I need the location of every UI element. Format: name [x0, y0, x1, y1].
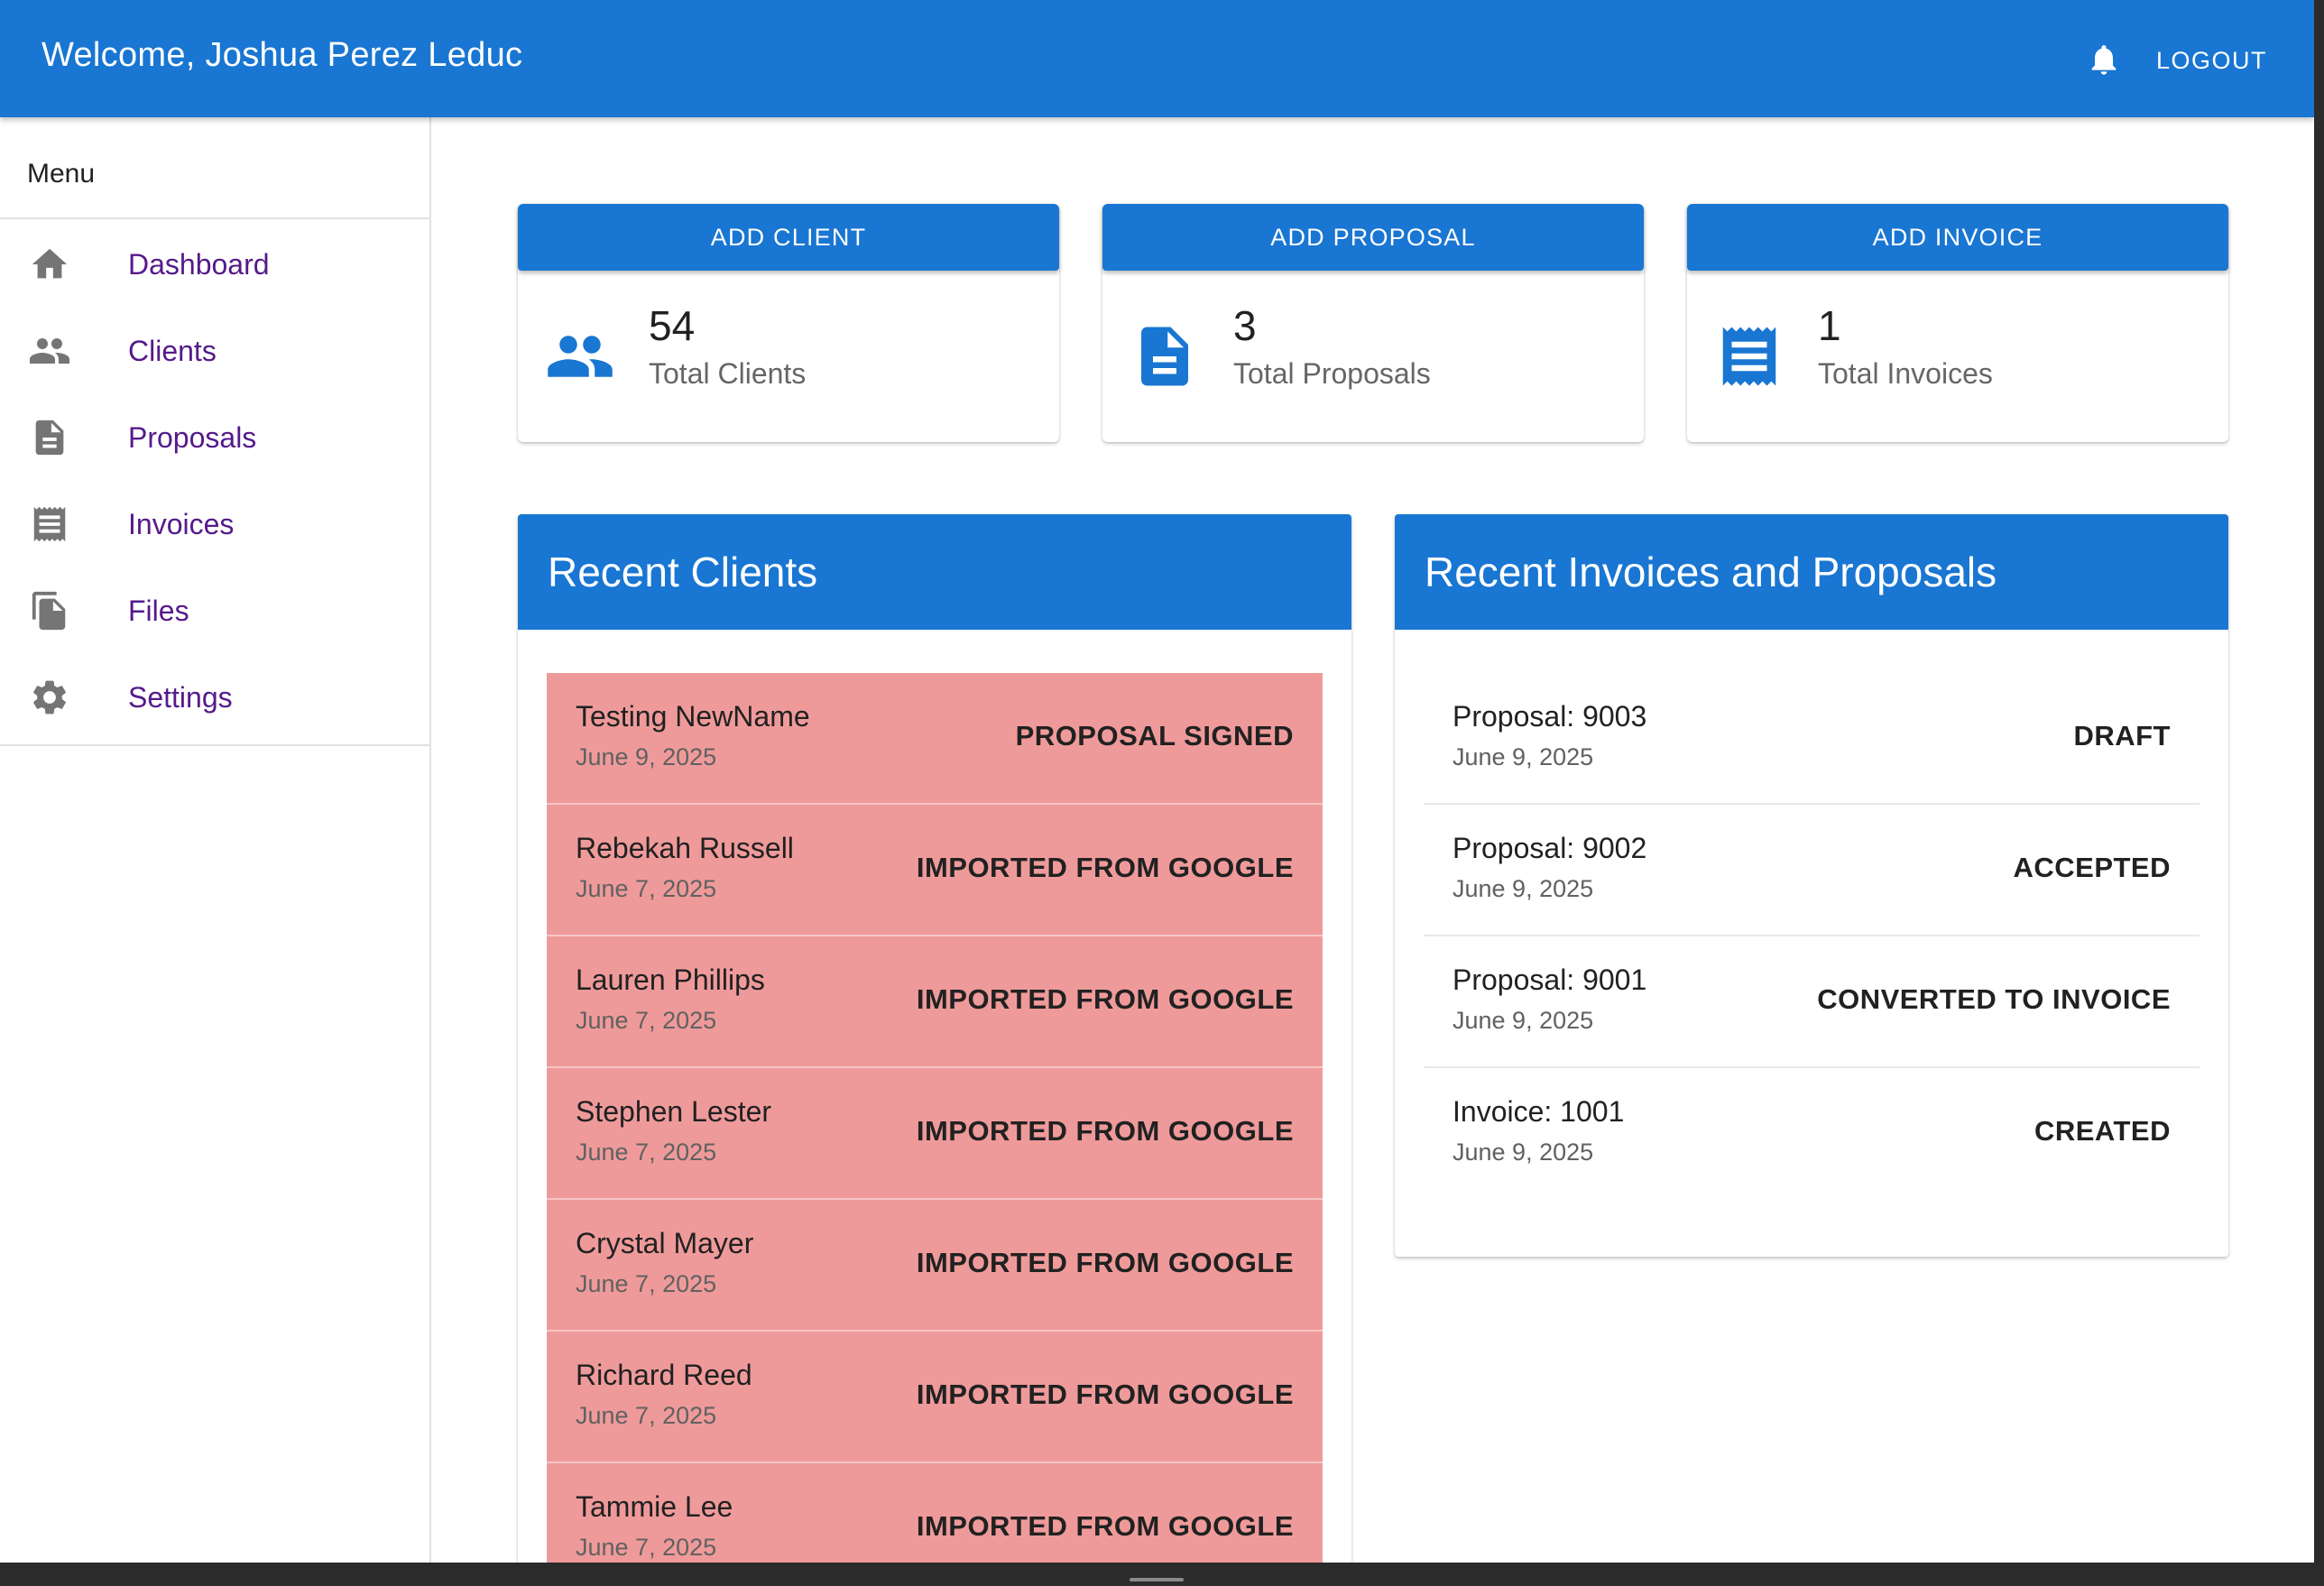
files-icon — [25, 586, 74, 635]
app-bar: Welcome, Joshua Perez Leduc LOGOUT — [0, 0, 2314, 117]
client-name: Richard Reed — [576, 1359, 752, 1391]
document-date: June 9, 2025 — [1452, 1139, 1594, 1166]
client-status: IMPORTED FROM GOOGLE — [916, 983, 1294, 1015]
gear-icon — [25, 673, 74, 722]
recent-clients-panel: Recent Clients Testing NewName June 9, 2… — [518, 514, 1351, 1563]
document-icon — [1141, 327, 1188, 386]
client-date: June 7, 2025 — [576, 1270, 717, 1297]
recent-clients-title: Recent Clients — [518, 514, 1351, 630]
stat-card-invoices: ADD INVOICE 1 Total Invoices — [1687, 204, 2228, 442]
sidebar-item-label: Files — [128, 594, 189, 627]
client-row[interactable]: Stephen Lester June 7, 2025 IMPORTED FRO… — [547, 1068, 1323, 1200]
total-clients-count: 54 — [649, 302, 696, 349]
document-row[interactable]: Invoice: 1001 June 9, 2025 CREATED — [1424, 1068, 2200, 1200]
client-name: Rebekah Russell — [576, 832, 794, 864]
sidebar-nav: Dashboard Clients Proposals Invoices Fil… — [0, 219, 429, 746]
people-icon — [25, 327, 74, 375]
recent-documents-title: Recent Invoices and Proposals — [1395, 514, 2228, 630]
app-window: Welcome, Joshua Perez Leduc LOGOUT Menu … — [0, 0, 2314, 1563]
document-row[interactable]: Proposal: 9003 June 9, 2025 DRAFT — [1424, 673, 2200, 805]
client-status: IMPORTED FROM GOOGLE — [916, 1115, 1294, 1147]
client-status: PROPOSAL SIGNED — [1015, 720, 1294, 752]
client-date: June 7, 2025 — [576, 1534, 717, 1561]
recent-documents-panel: Recent Invoices and Proposals Proposal: … — [1395, 514, 2228, 1257]
document-name: Proposal: 9003 — [1452, 700, 1647, 733]
total-proposals-count: 3 — [1233, 302, 1257, 349]
sidebar: Menu Dashboard Clients Proposals Invoice… — [0, 117, 431, 1563]
welcome-title: Welcome, Joshua Perez Leduc — [42, 36, 523, 74]
stat-card-proposals: ADD PROPOSAL 3 Total Proposals — [1102, 204, 1644, 442]
system-bottom-bar — [0, 1563, 2324, 1586]
total-clients-label: Total Clients — [649, 357, 807, 390]
client-row[interactable]: Tammie Lee June 7, 2025 IMPORTED FROM GO… — [547, 1463, 1323, 1563]
document-row[interactable]: Proposal: 9001 June 9, 2025 CONVERTED TO… — [1424, 936, 2200, 1068]
client-row[interactable]: Crystal Mayer June 7, 2025 IMPORTED FROM… — [547, 1200, 1323, 1332]
total-proposals-label: Total Proposals — [1233, 357, 1431, 390]
document-name: Invoice: 1001 — [1452, 1095, 1625, 1128]
document-name: Proposal: 9001 — [1452, 964, 1647, 996]
client-date: June 7, 2025 — [576, 1402, 717, 1429]
document-icon — [25, 413, 74, 462]
document-status: CONVERTED TO INVOICE — [1817, 983, 2171, 1015]
document-name: Proposal: 9002 — [1452, 832, 1647, 864]
document-status: CREATED — [2034, 1115, 2171, 1147]
stat-card-clients: ADD CLIENT 54 Total Clients — [518, 204, 1059, 442]
sidebar-item-clients[interactable]: Clients — [0, 308, 429, 394]
client-row[interactable]: Testing NewName June 9, 2025 PROPOSAL SI… — [547, 673, 1323, 805]
receipt-icon — [25, 500, 74, 549]
client-status: IMPORTED FROM GOOGLE — [916, 852, 1294, 883]
add-invoice-button[interactable]: ADD INVOICE — [1687, 204, 2228, 271]
drag-handle[interactable] — [1130, 1578, 1184, 1581]
client-status: IMPORTED FROM GOOGLE — [916, 1247, 1294, 1278]
sidebar-item-dashboard[interactable]: Dashboard — [0, 221, 429, 308]
document-date: June 9, 2025 — [1452, 1007, 1594, 1034]
document-row[interactable]: Proposal: 9002 June 9, 2025 ACCEPTED — [1424, 805, 2200, 936]
sidebar-item-label: Dashboard — [128, 247, 270, 281]
sidebar-item-label: Settings — [128, 680, 233, 714]
receipt-icon — [1722, 327, 1776, 386]
home-icon — [25, 240, 74, 289]
total-invoices-count: 1 — [1818, 302, 1841, 349]
sidebar-item-label: Invoices — [128, 507, 235, 540]
client-row[interactable]: Rebekah Russell June 7, 2025 IMPORTED FR… — [547, 805, 1323, 936]
people-icon — [548, 336, 613, 377]
client-name: Crystal Mayer — [576, 1227, 754, 1259]
add-client-button[interactable]: ADD CLIENT — [518, 204, 1059, 271]
client-status: IMPORTED FROM GOOGLE — [916, 1379, 1294, 1410]
document-status: ACCEPTED — [2013, 852, 2171, 883]
menu-title: Menu — [0, 117, 429, 219]
client-date: June 7, 2025 — [576, 1007, 717, 1034]
client-row[interactable]: Richard Reed June 7, 2025 IMPORTED FROM … — [547, 1332, 1323, 1463]
recent-clients-list: Testing NewName June 9, 2025 PROPOSAL SI… — [518, 630, 1351, 1563]
client-date: June 7, 2025 — [576, 1139, 717, 1166]
sidebar-item-label: Clients — [128, 334, 217, 367]
logout-button[interactable]: LOGOUT — [2138, 36, 2285, 85]
sidebar-item-files[interactable]: Files — [0, 567, 429, 654]
add-proposal-button[interactable]: ADD PROPOSAL — [1102, 204, 1644, 271]
client-row[interactable]: Lauren Phillips June 7, 2025 IMPORTED FR… — [547, 936, 1323, 1068]
sidebar-item-invoices[interactable]: Invoices — [0, 481, 429, 567]
main-content: ADD CLIENT 54 Total Clients ADD PROPOSAL… — [433, 117, 2314, 1563]
document-date: June 9, 2025 — [1452, 875, 1594, 902]
document-date: June 9, 2025 — [1452, 743, 1594, 770]
document-status: DRAFT — [2073, 720, 2171, 752]
client-name: Stephen Lester — [576, 1095, 772, 1128]
client-date: June 9, 2025 — [576, 743, 717, 770]
client-name: Lauren Phillips — [576, 964, 765, 996]
client-name: Tammie Lee — [576, 1490, 733, 1523]
sidebar-item-label: Proposals — [128, 420, 257, 454]
client-name: Testing NewName — [576, 700, 810, 733]
recent-documents-list: Proposal: 9003 June 9, 2025 DRAFT Propos… — [1395, 630, 2228, 1200]
total-invoices-label: Total Invoices — [1818, 357, 1993, 390]
sidebar-item-settings[interactable]: Settings — [0, 654, 429, 741]
client-status: IMPORTED FROM GOOGLE — [916, 1510, 1294, 1542]
client-date: June 7, 2025 — [576, 875, 717, 902]
sidebar-item-proposals[interactable]: Proposals — [0, 394, 429, 481]
notifications-icon[interactable] — [2086, 40, 2122, 79]
